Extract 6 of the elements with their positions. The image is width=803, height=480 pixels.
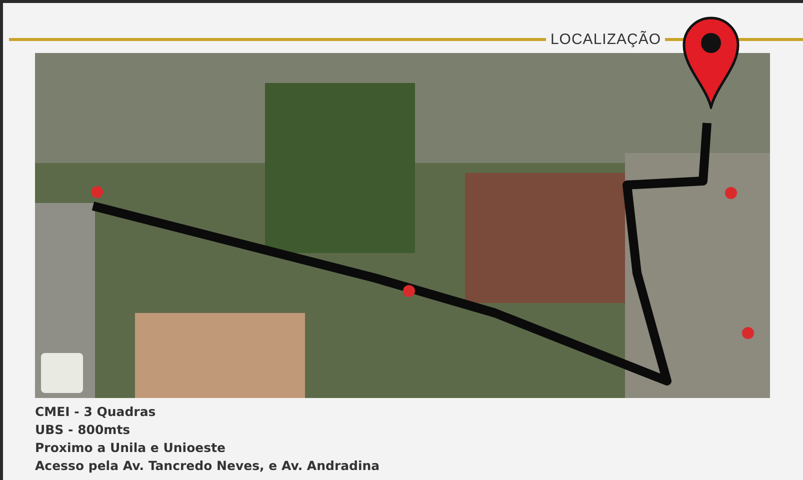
detail-text: CMEI - 3 Quadras bbox=[35, 404, 157, 420]
detail-text: Proximo a Unila e Unioeste bbox=[35, 440, 227, 456]
detail-text: Acesso pela Av. Tancredo Neves, e Av. Andradina bbox=[35, 458, 381, 474]
map-pin-icon bbox=[681, 15, 741, 109]
detail-text: UBS - 800mts bbox=[35, 422, 132, 438]
section-title: LOCALIZAÇÃO bbox=[549, 30, 662, 48]
